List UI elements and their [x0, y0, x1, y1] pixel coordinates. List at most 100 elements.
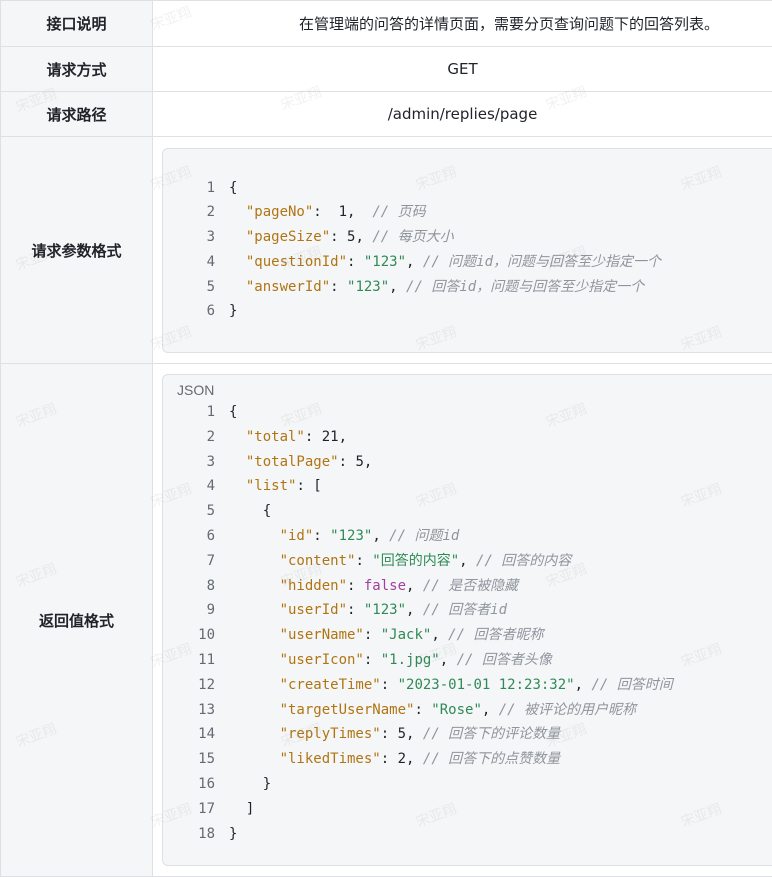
code-language-label: JSON: [163, 375, 772, 400]
code-line: 9 "userId": "123", // 回答者id: [163, 598, 772, 623]
code-punct: }: [229, 303, 237, 319]
code-key: "replyTimes": [280, 726, 381, 742]
code-line: 2 "total": 21,: [163, 425, 772, 450]
code-line: 4 "list": [: [163, 474, 772, 499]
code-number: 1: [339, 204, 347, 220]
row-description: 接口说明 在管理端的问答的详情页面，需要分页查询问题下的回答列表。: [1, 1, 772, 47]
row-path: 请求路径 /admin/replies/page: [1, 92, 772, 137]
line-number: 4: [163, 250, 229, 275]
response-label: 返回值格式: [1, 364, 153, 877]
code-punct: [229, 627, 280, 643]
code-comment: // 回答时间: [591, 677, 672, 693]
code-punct: [229, 751, 280, 767]
code-comment: // 被评论的用户昵称: [499, 702, 636, 718]
method-value: GET: [153, 47, 772, 92]
line-number: 15: [163, 747, 229, 772]
code-punct: ,: [440, 652, 457, 668]
code-line: 1{: [163, 176, 772, 201]
code-punct: ,: [347, 204, 372, 220]
code-line: 3 "pageSize": 5, // 每页大小: [163, 225, 772, 250]
code-punct: [229, 677, 280, 693]
code-punct: ,: [406, 254, 423, 270]
code-punct: :: [381, 677, 398, 693]
code-punct: {: [229, 180, 237, 196]
code-line: 7 "content": "回答的内容", // 回答的内容: [163, 549, 772, 574]
code-punct: ,: [339, 429, 347, 445]
code-line: 18}: [163, 822, 772, 847]
code-line: 5 "answerId": "123", // 回答id，问题与回答至少指定一个: [163, 275, 772, 300]
code-comment: // 回答者头像: [457, 652, 552, 668]
code-number: 5: [398, 726, 406, 742]
code-punct: [229, 652, 280, 668]
code-key: "total": [246, 429, 305, 445]
code-punct: [229, 602, 280, 618]
line-number: 6: [163, 299, 229, 324]
code-punct: }: [229, 776, 271, 792]
code-string: "Rose": [431, 702, 482, 718]
line-number: 10: [163, 623, 229, 648]
code-key: "content": [280, 553, 356, 569]
code-comment: // 回答的内容: [476, 553, 571, 569]
code-punct: [229, 204, 246, 220]
code-punct: }: [229, 826, 237, 842]
code-comment: // 页码: [372, 204, 425, 220]
line-number: 6: [163, 524, 229, 549]
method-label: 请求方式: [1, 47, 153, 92]
code-punct: :: [347, 602, 364, 618]
code-punct: ,: [406, 726, 423, 742]
code-number: 2: [398, 751, 406, 767]
row-method: 请求方式 GET: [1, 47, 772, 92]
request-code-block: 1{2 "pageNo": 1, // 页码3 "pageSize": 5, /…: [162, 148, 772, 353]
code-punct: :: [313, 528, 330, 544]
code-punct: ,: [355, 229, 372, 245]
code-punct: :: [381, 751, 398, 767]
code-punct: : [: [296, 478, 321, 494]
response-code-block: JSON 1{2 "total": 21,3 "totalPage": 5,4 …: [162, 374, 772, 866]
code-punct: {: [229, 404, 237, 420]
code-punct: ,: [575, 677, 592, 693]
code-comment: // 是否被隐藏: [423, 578, 518, 594]
code-string: "123": [330, 528, 372, 544]
description-label: 接口说明: [1, 1, 153, 47]
code-key: "userName": [280, 627, 364, 643]
code-punct: [229, 229, 246, 245]
line-number: 9: [163, 598, 229, 623]
code-string: "123": [347, 279, 389, 295]
line-number: 18: [163, 822, 229, 847]
code-punct: ,: [406, 751, 423, 767]
code-key: "likedTimes": [280, 751, 381, 767]
request-params-label: 请求参数格式: [1, 137, 153, 364]
code-punct: :: [364, 627, 381, 643]
code-string: "123": [364, 602, 406, 618]
path-value: /admin/replies/page: [153, 92, 772, 137]
row-response: 返回值格式 JSON 1{2 "total": 21,3 "totalPage"…: [1, 364, 772, 877]
line-number: 12: [163, 673, 229, 698]
code-punct: :: [339, 454, 356, 470]
code-punct: ,: [431, 627, 448, 643]
code-punct: [229, 553, 280, 569]
response-cell: JSON 1{2 "total": 21,3 "totalPage": 5,4 …: [153, 364, 772, 877]
code-line: 14 "replyTimes": 5, // 回答下的评论数量: [163, 722, 772, 747]
code-comment: // 回答id，问题与回答至少指定一个: [406, 279, 644, 295]
code-comment: // 问题id: [389, 528, 459, 544]
code-key: "pageSize": [246, 229, 330, 245]
row-request-params: 请求参数格式 1{2 "pageNo": 1, // 页码3 "pageSize…: [1, 137, 772, 364]
code-line: 8 "hidden": false, // 是否被隐藏: [163, 574, 772, 599]
code-line: 4 "questionId": "123", // 问题id，问题与回答至少指定…: [163, 250, 772, 275]
code-key: "questionId": [246, 254, 347, 270]
code-key: "list": [246, 478, 297, 494]
code-line: 6}: [163, 299, 772, 324]
line-number: 1: [163, 176, 229, 201]
code-punct: :: [355, 553, 372, 569]
code-key: "id": [280, 528, 314, 544]
code-line: 2 "pageNo": 1, // 页码: [163, 200, 772, 225]
code-line: 3 "totalPage": 5,: [163, 450, 772, 475]
line-number: 16: [163, 772, 229, 797]
code-line: 11 "userIcon": "1.jpg", // 回答者头像: [163, 648, 772, 673]
code-punct: :: [330, 279, 347, 295]
code-comment: // 问题id，问题与回答至少指定一个: [423, 254, 661, 270]
code-key: "createTime": [280, 677, 381, 693]
line-number: 3: [163, 450, 229, 475]
code-punct: [229, 578, 280, 594]
line-number: 3: [163, 225, 229, 250]
